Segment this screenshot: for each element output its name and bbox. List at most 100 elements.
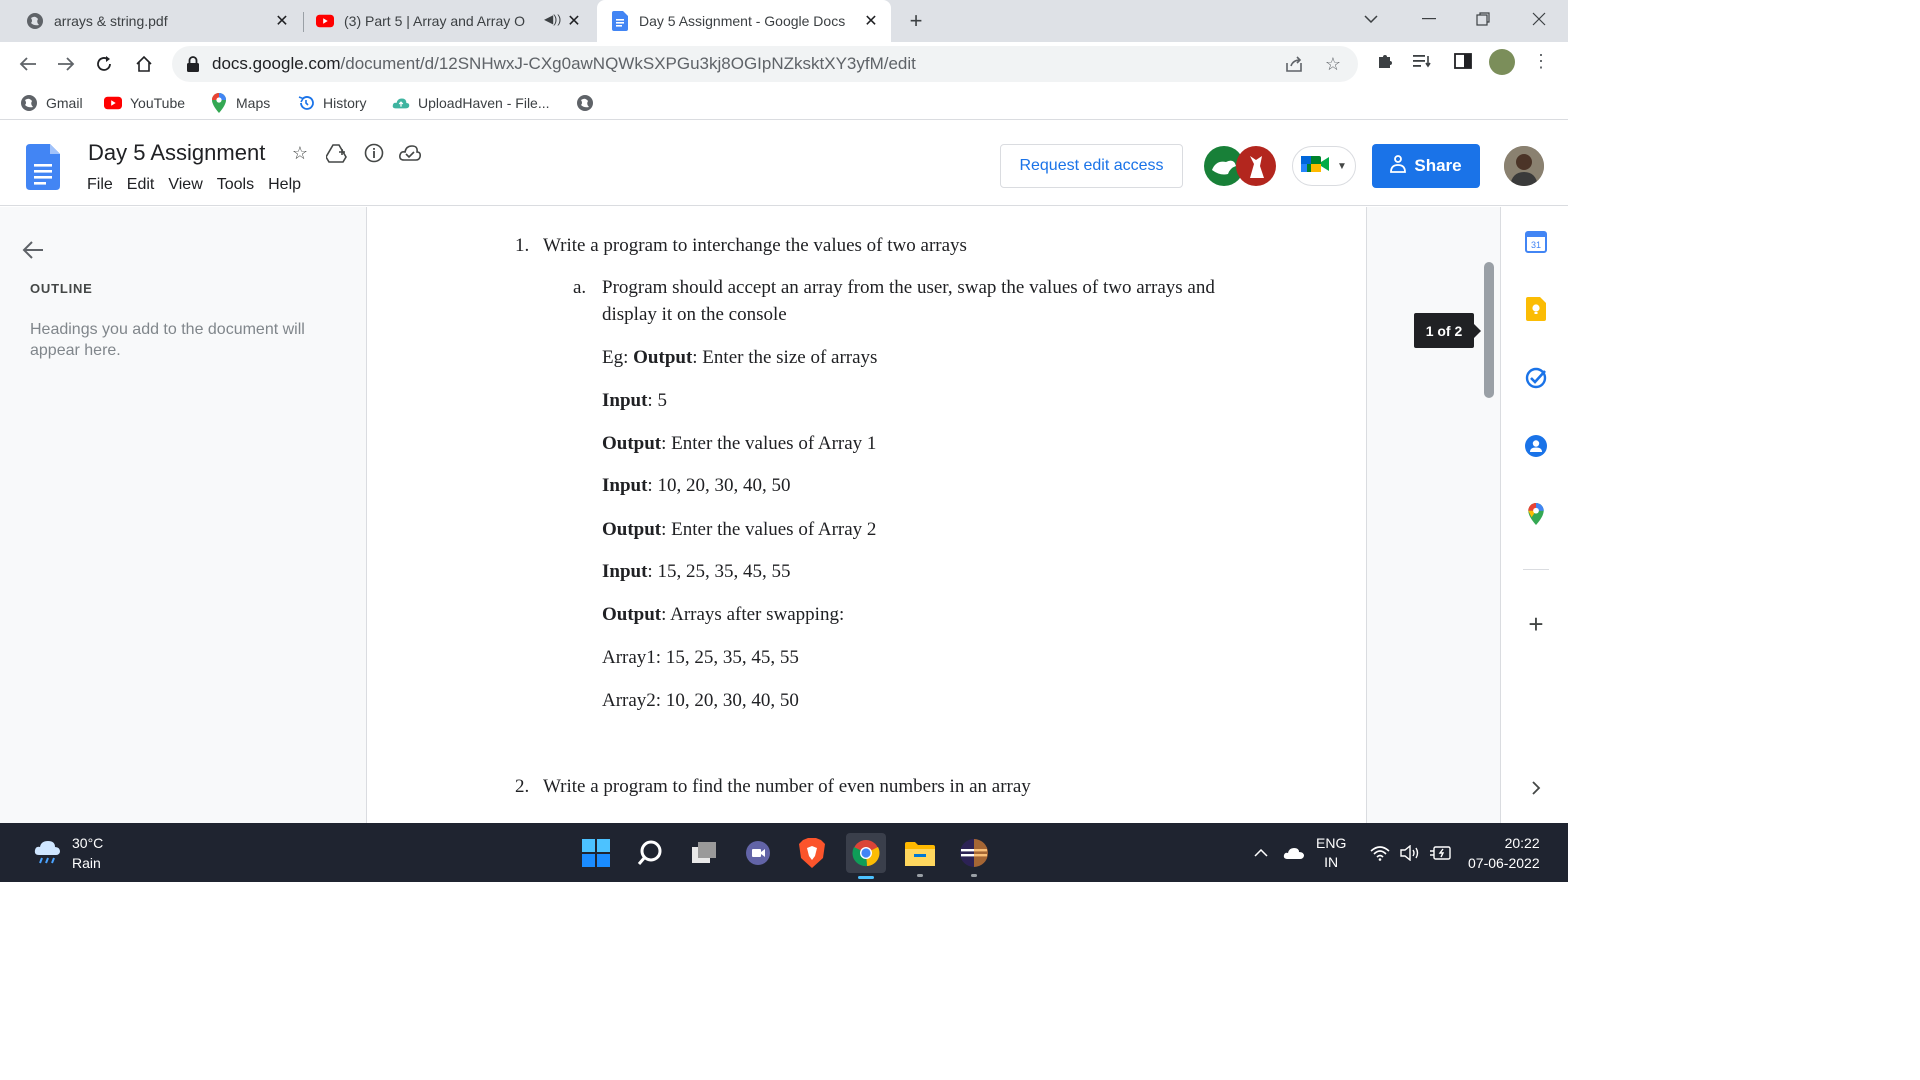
meet-button[interactable]: ▼ bbox=[1292, 146, 1356, 186]
clock-date: 07-06-2022 bbox=[1468, 854, 1540, 871]
scrollbar-thumb[interactable] bbox=[1484, 262, 1494, 398]
back-arrow-icon[interactable] bbox=[22, 239, 44, 267]
side-panel-icon[interactable] bbox=[1452, 50, 1474, 72]
temperature: 30°C bbox=[72, 835, 104, 851]
docs-header: Day 5 Assignment ☆ File Edit View Tools … bbox=[0, 126, 1568, 206]
docs-logo-icon[interactable] bbox=[26, 144, 60, 190]
bookmark-star-icon[interactable]: ☆ bbox=[1322, 53, 1344, 75]
keep-icon[interactable] bbox=[1523, 296, 1549, 322]
viewer-avatar-red[interactable] bbox=[1236, 146, 1276, 186]
volume-icon[interactable] bbox=[1400, 823, 1422, 882]
account-avatar[interactable] bbox=[1504, 146, 1544, 186]
new-tab-button[interactable]: + bbox=[903, 8, 929, 34]
clock[interactable]: 20:22 07-06-2022 bbox=[1468, 823, 1540, 882]
question-1a-line-1: Program should accept an array from the … bbox=[602, 277, 1215, 298]
eclipse-ide-icon[interactable] bbox=[956, 835, 992, 877]
question-2-text: Write a program to find the number of ev… bbox=[543, 776, 1031, 797]
running-app-indicator bbox=[917, 874, 923, 877]
forward-arrow-icon[interactable] bbox=[52, 50, 80, 78]
language-indicator[interactable]: ENG IN bbox=[1316, 823, 1346, 882]
tab-google-docs[interactable]: Day 5 Assignment - Google Docs ✕ bbox=[597, 0, 891, 42]
region-code: IN bbox=[1324, 853, 1339, 870]
example-line-array2-result: Array2: 10, 20, 30, 40, 50 bbox=[602, 690, 799, 711]
battery-charging-icon[interactable] bbox=[1430, 823, 1452, 882]
youtube-icon bbox=[104, 94, 122, 112]
star-icon[interactable]: ☆ bbox=[288, 141, 312, 165]
close-tab-icon[interactable]: ✕ bbox=[564, 11, 584, 31]
contacts-icon[interactable] bbox=[1523, 433, 1549, 459]
side-panel-divider bbox=[1523, 569, 1549, 570]
browser-toolbar: docs.google.com/document/d/12SNHwxJ-CXg0… bbox=[0, 42, 1568, 86]
menu-view[interactable]: View bbox=[161, 174, 209, 196]
file-explorer-icon[interactable] bbox=[902, 835, 938, 877]
cloud-status-icon[interactable] bbox=[398, 141, 422, 165]
tasks-icon[interactable] bbox=[1523, 365, 1549, 391]
close-window-button[interactable] bbox=[1516, 0, 1562, 38]
menu-edit[interactable]: Edit bbox=[120, 174, 162, 196]
share-label: Share bbox=[1414, 156, 1462, 175]
lock-icon[interactable] bbox=[186, 56, 200, 72]
wifi-icon[interactable] bbox=[1370, 823, 1390, 882]
tab-search-icon[interactable] bbox=[1348, 0, 1394, 38]
reload-icon[interactable] bbox=[90, 50, 118, 78]
profile-avatar[interactable] bbox=[1489, 49, 1515, 75]
onedrive-icon[interactable] bbox=[1283, 823, 1305, 882]
clock-time: 20:22 bbox=[1504, 834, 1540, 851]
url-text: docs.google.com/document/d/12SNHwxJ-CXg0… bbox=[212, 54, 916, 73]
document-title[interactable]: Day 5 Assignment bbox=[88, 140, 265, 166]
close-tab-icon[interactable]: ✕ bbox=[272, 11, 292, 31]
bookmark-label: Gmail bbox=[46, 95, 83, 111]
chevron-right-icon[interactable] bbox=[1523, 775, 1549, 801]
speaker-icon[interactable]: ◀)) bbox=[544, 12, 561, 26]
question-1a-letter: a. bbox=[573, 277, 587, 298]
history-icon bbox=[297, 94, 315, 112]
outline-heading: OUTLINE bbox=[30, 281, 93, 296]
extensions-puzzle-icon[interactable] bbox=[1374, 50, 1396, 72]
menu-file[interactable]: File bbox=[80, 174, 120, 196]
menu-dots-icon[interactable]: ⋮ bbox=[1530, 50, 1552, 72]
bookmark-uploadhaven[interactable]: UploadHaven - File... bbox=[392, 92, 550, 114]
info-icon[interactable] bbox=[362, 141, 386, 165]
minimize-button[interactable] bbox=[1406, 0, 1452, 38]
brave-browser-icon[interactable] bbox=[794, 835, 830, 871]
bookmark-youtube[interactable]: YouTube bbox=[104, 92, 185, 114]
close-tab-icon[interactable]: ✕ bbox=[861, 11, 881, 31]
reading-list-icon[interactable] bbox=[1412, 50, 1434, 72]
tab-arrays-pdf[interactable]: arrays & string.pdf ✕ bbox=[16, 0, 302, 42]
menu-tools[interactable]: Tools bbox=[210, 174, 261, 196]
question-1-number: 1. bbox=[515, 235, 530, 256]
tab-separator bbox=[303, 12, 304, 32]
task-view-icon[interactable] bbox=[686, 835, 722, 871]
document-page[interactable]: 1. Write a program to interchange the va… bbox=[366, 207, 1367, 823]
bookmark-maps[interactable]: Maps bbox=[210, 92, 270, 114]
request-edit-access-button[interactable]: Request edit access bbox=[1000, 144, 1183, 188]
start-windows-icon[interactable] bbox=[578, 835, 614, 871]
back-arrow-icon[interactable] bbox=[14, 50, 42, 78]
add-addon-icon[interactable]: + bbox=[1523, 609, 1549, 639]
bookmark-history[interactable]: History bbox=[297, 92, 367, 114]
restore-button[interactable] bbox=[1460, 0, 1506, 38]
bookmark-globe[interactable] bbox=[576, 92, 602, 114]
uploadhaven-icon bbox=[392, 94, 410, 112]
move-to-drive-icon[interactable] bbox=[325, 141, 349, 165]
teams-chat-icon[interactable] bbox=[740, 835, 776, 871]
maps-pin-icon bbox=[210, 93, 228, 113]
address-bar[interactable]: docs.google.com/document/d/12SNHwxJ-CXg0… bbox=[172, 46, 1358, 82]
home-icon[interactable] bbox=[130, 50, 158, 78]
example-line-array1-input: Input: 10, 20, 30, 40, 50 bbox=[602, 475, 791, 496]
chrome-icon[interactable] bbox=[846, 833, 886, 879]
menu-help[interactable]: Help bbox=[261, 174, 308, 196]
people-icon bbox=[1390, 155, 1407, 177]
meet-icon bbox=[1301, 154, 1333, 179]
tab-youtube[interactable]: (3) Part 5 | Array and Array O ◀)) ✕ bbox=[306, 0, 594, 42]
calendar-icon[interactable]: 31 bbox=[1523, 229, 1549, 255]
weather-text: 30°C Rain bbox=[72, 833, 103, 873]
maps-pin-icon[interactable] bbox=[1523, 501, 1549, 527]
weather-widget[interactable]: 30°C Rain bbox=[32, 833, 103, 873]
bookmark-gmail[interactable]: Gmail bbox=[20, 92, 83, 114]
share-button[interactable]: Share bbox=[1372, 144, 1480, 188]
search-icon[interactable] bbox=[632, 835, 668, 871]
show-hidden-icons-button[interactable] bbox=[1254, 823, 1268, 882]
share-page-icon[interactable] bbox=[1284, 53, 1306, 75]
question-1a-line-2: display it on the console bbox=[602, 304, 787, 325]
